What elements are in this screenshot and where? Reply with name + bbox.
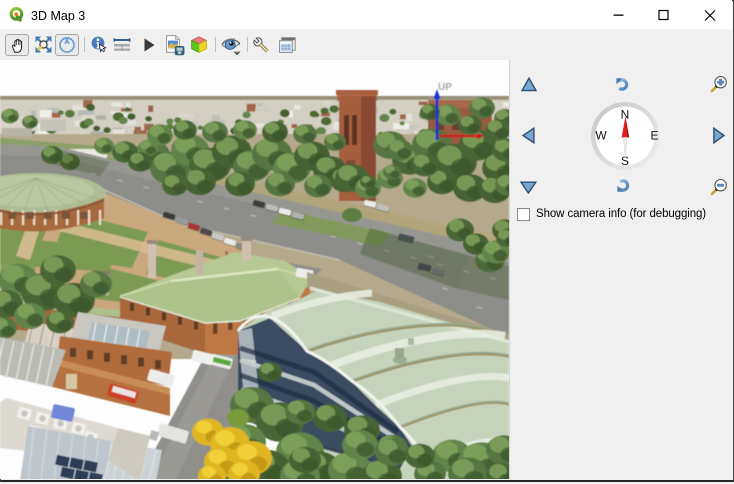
svg-text:W: W — [595, 129, 607, 143]
svg-text:UP: UP — [438, 82, 452, 93]
svg-text:E: E — [650, 129, 658, 143]
